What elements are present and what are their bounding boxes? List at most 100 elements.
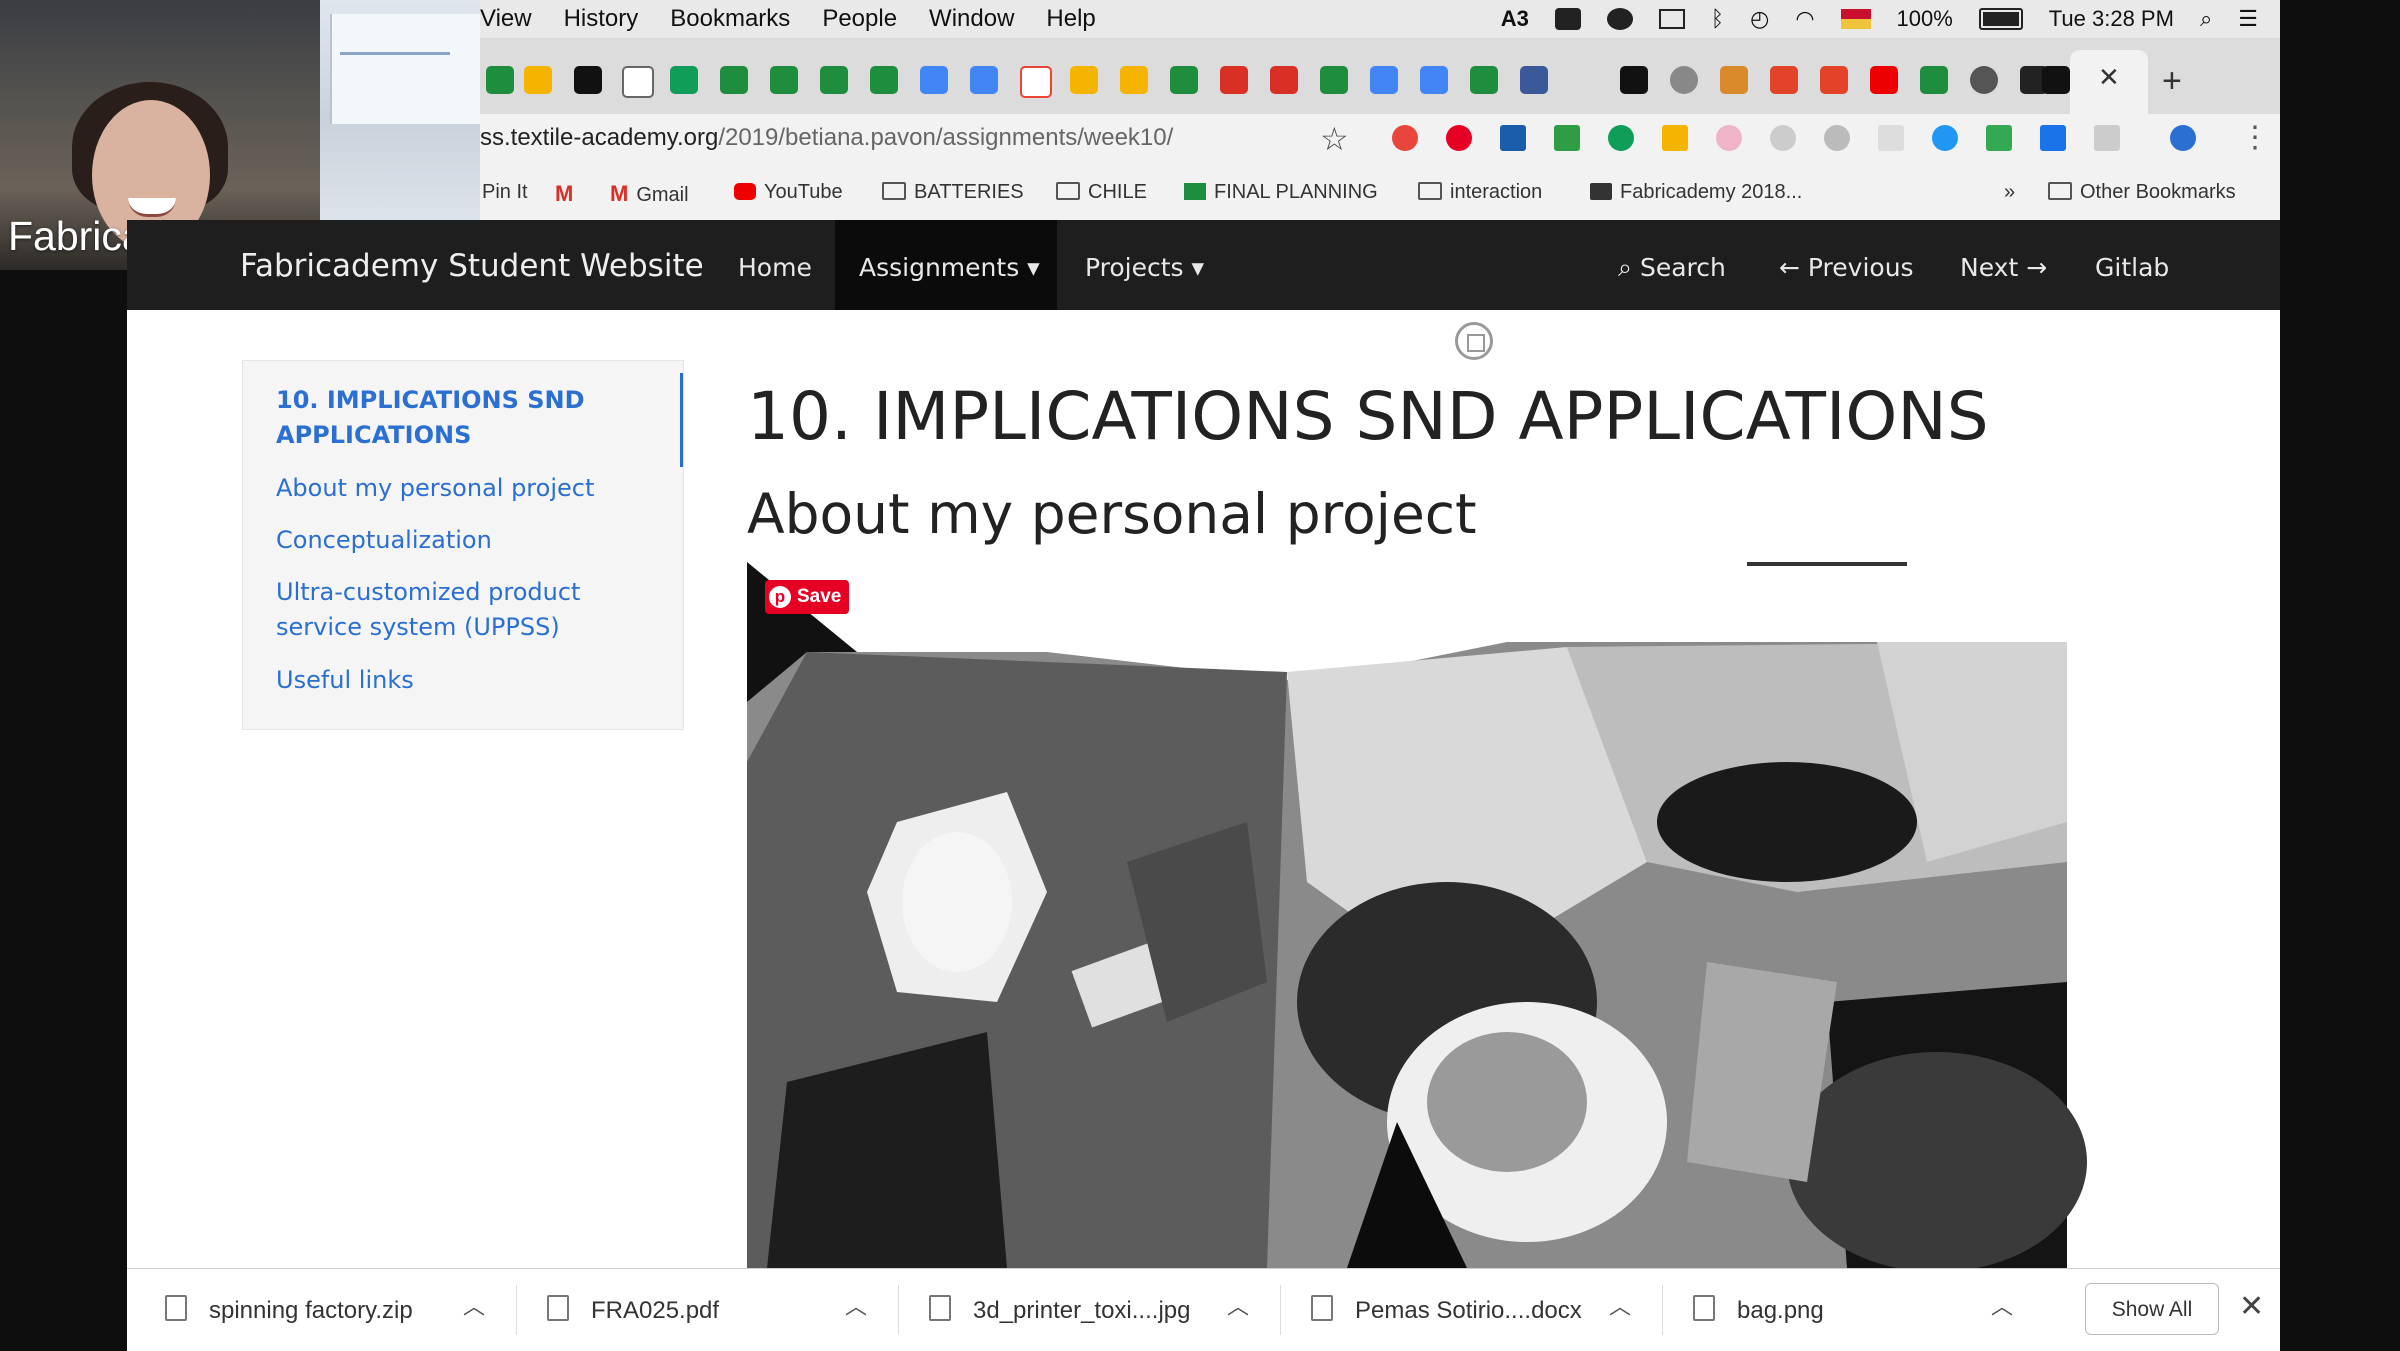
menu-people[interactable]: People bbox=[822, 5, 897, 33]
docs-tab-icon[interactable] bbox=[970, 66, 998, 94]
gitlab-tab-icon[interactable] bbox=[1770, 66, 1798, 94]
gmail-tab-icon[interactable] bbox=[1270, 66, 1298, 94]
messages-icon[interactable] bbox=[1606, 8, 1633, 30]
letter-s-tab-icon[interactable] bbox=[1620, 66, 1648, 94]
sheets-tab-icon[interactable] bbox=[1320, 66, 1348, 94]
check-extension-icon[interactable] bbox=[1554, 125, 1580, 151]
nav-next[interactable]: Next → bbox=[1960, 253, 2047, 282]
docs-tab-icon[interactable] bbox=[1370, 66, 1398, 94]
slides-tab-icon[interactable] bbox=[1120, 66, 1148, 94]
sheets-tab-icon[interactable] bbox=[1170, 66, 1198, 94]
menu-clock[interactable]: Tue 3:28 PM bbox=[2049, 6, 2174, 32]
bookmark-final-planning[interactable]: FINAL PLANNING bbox=[1184, 181, 1378, 204]
menu-help[interactable]: Help bbox=[1046, 5, 1095, 33]
sheets-tab-icon[interactable] bbox=[1470, 66, 1498, 94]
bluetooth-icon[interactable]: ᛒ bbox=[1711, 6, 1724, 32]
toc-item-active[interactable]: 10. IMPLICATIONS SND APPLICATIONS bbox=[276, 383, 656, 453]
gmail-tab-icon[interactable] bbox=[1220, 66, 1248, 94]
bookmark-gmail-icon-only[interactable]: M bbox=[555, 181, 581, 207]
app-icon[interactable] bbox=[1554, 8, 1581, 30]
bookmark-gmail[interactable]: M Gmail bbox=[610, 181, 689, 207]
extension-icon[interactable] bbox=[1770, 125, 1796, 151]
letter-l-tab-icon[interactable] bbox=[574, 66, 602, 94]
app-tab-icon[interactable] bbox=[1670, 66, 1698, 94]
menu-bookmarks[interactable]: Bookmarks bbox=[670, 5, 790, 33]
chevron-up-icon[interactable]: ︿ bbox=[1227, 1289, 1249, 1321]
app-tab-icon[interactable] bbox=[1720, 66, 1748, 94]
gitlab-tab-icon[interactable] bbox=[1820, 66, 1848, 94]
spotlight-icon[interactable]: ⌕ bbox=[2200, 6, 2212, 32]
document-tab-icon[interactable] bbox=[622, 66, 654, 98]
docs-tab-icon[interactable] bbox=[1420, 66, 1448, 94]
battery-icon[interactable] bbox=[1978, 8, 2023, 30]
slides-tab-icon[interactable] bbox=[524, 66, 552, 94]
toc-item-conceptualization[interactable]: Conceptualization bbox=[276, 523, 656, 558]
url-field[interactable]: ss.textile-academy.org/2019/betiana.pavo… bbox=[480, 124, 1173, 152]
bookmark-folder-batteries[interactable]: BATTERIES bbox=[882, 181, 1024, 204]
drive-extension-icon[interactable] bbox=[1662, 125, 1688, 151]
menu-window[interactable]: Window bbox=[929, 5, 1014, 33]
drive-tab-icon[interactable] bbox=[670, 66, 698, 94]
extension-icon[interactable] bbox=[1608, 125, 1634, 151]
time-machine-icon[interactable]: ◴ bbox=[1750, 6, 1769, 32]
menu-view[interactable]: View bbox=[480, 5, 532, 33]
bookmark-star-icon[interactable]: ☆ bbox=[1320, 120, 1349, 158]
expand-icon[interactable] bbox=[1455, 322, 1493, 360]
bookmark-youtube[interactable]: YouTube bbox=[734, 181, 843, 204]
extension-icon[interactable] bbox=[2094, 125, 2120, 151]
pinterest-save-button[interactable]: p Save bbox=[765, 580, 850, 614]
extension-icon[interactable] bbox=[1878, 125, 1904, 151]
browser-menu-icon[interactable]: ⋮ bbox=[2240, 120, 2270, 155]
image-tab-icon[interactable] bbox=[1570, 66, 1598, 94]
download-item[interactable]: FRA025.pdf bbox=[547, 1295, 719, 1325]
sheets-tab-icon[interactable] bbox=[486, 66, 514, 94]
extension-icon[interactable] bbox=[1986, 125, 2012, 151]
be-tab-icon[interactable] bbox=[2042, 66, 2070, 94]
app-tab-icon[interactable] bbox=[1520, 66, 1548, 94]
sheets-tab-icon[interactable] bbox=[870, 66, 898, 94]
chevron-up-icon[interactable]: ︿ bbox=[1609, 1289, 1631, 1321]
chevron-up-icon[interactable]: ︿ bbox=[463, 1289, 485, 1321]
youtube-tab-icon[interactable] bbox=[1870, 66, 1898, 94]
extension-icon[interactable] bbox=[1824, 125, 1850, 151]
app-tab-icon[interactable] bbox=[1970, 66, 1998, 94]
profile-extension-icon[interactable] bbox=[2170, 125, 2196, 151]
menu-history[interactable]: History bbox=[564, 5, 639, 33]
new-tab-icon[interactable]: + bbox=[2162, 62, 2182, 101]
bookmark-folder-chile[interactable]: CHILE bbox=[1056, 181, 1147, 204]
bookmark-other-bookmarks[interactable]: Other Bookmarks bbox=[2048, 181, 2236, 204]
download-item[interactable]: 3d_printer_toxi....jpg bbox=[929, 1295, 1190, 1325]
sheets-tab-icon[interactable] bbox=[1920, 66, 1948, 94]
bookmarks-overflow[interactable]: » bbox=[2004, 181, 2015, 204]
toc-item-personal-project[interactable]: About my personal project bbox=[276, 471, 656, 506]
airplay-icon[interactable] bbox=[1658, 9, 1685, 29]
download-item[interactable]: bag.png bbox=[1693, 1295, 1824, 1325]
nav-projects-dropdown[interactable]: Projects ▾ bbox=[1085, 253, 1204, 282]
toc-item-uppss[interactable]: Ultra-customized product service system … bbox=[276, 575, 656, 645]
collage-image[interactable]: p Save bbox=[747, 562, 2087, 1268]
docs-tab-icon[interactable] bbox=[920, 66, 948, 94]
nav-assignments-dropdown[interactable]: Assignments ▾ bbox=[859, 253, 1040, 282]
show-all-downloads-button[interactable]: Show All bbox=[2085, 1283, 2219, 1335]
pinterest-extension-icon[interactable] bbox=[1446, 125, 1472, 151]
sheets-tab-icon[interactable] bbox=[720, 66, 748, 94]
extension-icon[interactable] bbox=[1716, 125, 1742, 151]
adobe-icon[interactable]: A3 bbox=[1501, 6, 1529, 32]
close-icon[interactable]: ✕ bbox=[2239, 1289, 2264, 1324]
bookmark-pin-it[interactable]: Pin It bbox=[482, 181, 528, 204]
chevron-up-icon[interactable]: ︿ bbox=[1991, 1289, 2013, 1321]
chevron-up-icon[interactable]: ︿ bbox=[845, 1289, 867, 1321]
notification-center-icon[interactable]: ☰ bbox=[2238, 6, 2258, 32]
extension-icon[interactable] bbox=[1500, 125, 1526, 151]
extension-icon[interactable] bbox=[2040, 125, 2066, 151]
bookmark-fabricademy-2018[interactable]: Fabricademy 2018... bbox=[1590, 181, 1802, 204]
nav-home[interactable]: Home bbox=[738, 253, 812, 282]
site-brand[interactable]: Fabricademy Student Website bbox=[240, 248, 704, 284]
nav-previous[interactable]: ← Previous bbox=[1779, 253, 1914, 282]
wifi-icon[interactable]: ◠ bbox=[1795, 6, 1814, 32]
nav-search[interactable]: ⌕ Search bbox=[1618, 253, 1726, 283]
nav-gitlab[interactable]: Gitlab bbox=[2095, 253, 2169, 282]
sheets-tab-icon[interactable] bbox=[820, 66, 848, 94]
close-tab-icon[interactable]: ✕ bbox=[2098, 62, 2120, 93]
google-tab-icon[interactable] bbox=[1020, 66, 1052, 98]
